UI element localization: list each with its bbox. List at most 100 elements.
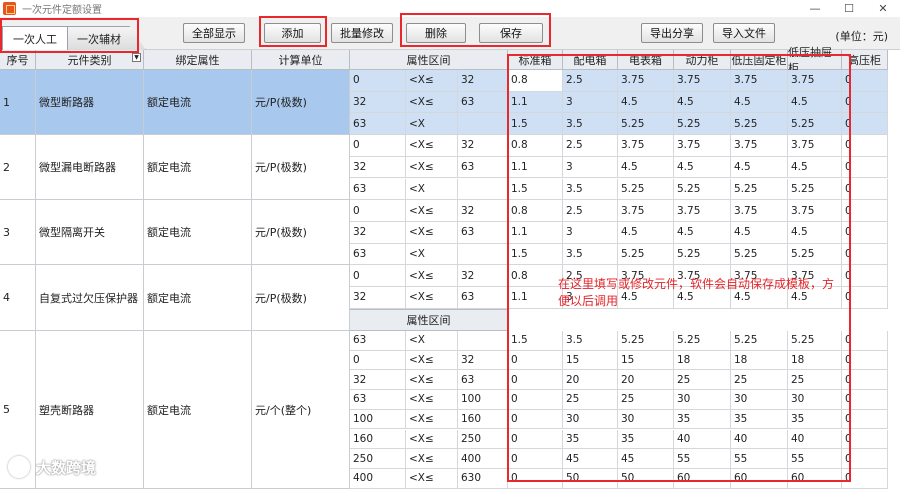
cell-lv-fixed-cabinet[interactable]: 4.5 xyxy=(731,91,788,113)
cell-standard-box[interactable]: 0 xyxy=(508,390,563,409)
cell-range-high[interactable] xyxy=(458,113,508,135)
cell-lv-drawer-cabinet[interactable]: 3.75 xyxy=(788,135,842,156)
cell-standard-box[interactable]: 1.1 xyxy=(508,287,563,308)
table-row[interactable]: 160 <X≤ 250 0 35 35 40 40 40 0 xyxy=(350,429,888,450)
cell-standard-box[interactable]: 1.1 xyxy=(508,156,563,178)
table-row[interactable]: 32 <X≤ 63 0 20 20 25 25 25 0 xyxy=(350,370,888,391)
cell-meter-box[interactable]: 3.75 xyxy=(618,200,674,221)
cell-lv-drawer-cabinet[interactable]: 55 xyxy=(788,449,842,468)
col-header-attr[interactable]: 绑定属性 xyxy=(144,50,252,70)
cell-range-high[interactable]: 32 xyxy=(458,350,508,370)
cell-meter-box[interactable]: 4.5 xyxy=(618,221,674,243)
cell-range-low[interactable]: 0 xyxy=(350,200,406,221)
cell-meter-box[interactable]: 25 xyxy=(618,390,674,409)
cell-distribution-box[interactable]: 3 xyxy=(563,221,618,243)
cell-standard-box[interactable]: 0 xyxy=(508,370,563,390)
col-header-standard-box[interactable]: 标准箱 xyxy=(508,50,563,70)
cell-power-cabinet[interactable]: 5.25 xyxy=(674,178,731,200)
col-header-unit[interactable]: 计算单位 xyxy=(252,50,350,70)
cell-standard-box[interactable]: 1.5 xyxy=(508,113,563,135)
cell-range-low[interactable]: 32 xyxy=(350,370,406,390)
cell-lv-fixed-cabinet[interactable]: 5.25 xyxy=(731,113,788,135)
cell-meter-box[interactable]: 5.25 xyxy=(618,331,674,350)
cell-lv-drawer-cabinet[interactable]: 4.5 xyxy=(788,91,842,113)
cell-range-high[interactable] xyxy=(458,331,508,350)
cell-meter-box[interactable]: 30 xyxy=(618,409,674,429)
cell-lv-fixed-cabinet[interactable]: 3.75 xyxy=(731,135,788,156)
cell-lv-fixed-cabinet[interactable]: 5.25 xyxy=(731,243,788,265)
batch-edit-button[interactable]: 批量修改 xyxy=(331,23,393,43)
cell-distribution-box[interactable]: 3.5 xyxy=(563,178,618,200)
cell-unit[interactable]: 元/个(整个) xyxy=(252,331,350,488)
cell-range-op[interactable]: <X xyxy=(406,243,458,265)
cell-range-high[interactable]: 63 xyxy=(458,370,508,390)
cell-range-op[interactable]: <X xyxy=(406,331,458,350)
cell-power-cabinet[interactable]: 5.25 xyxy=(674,331,731,350)
table-row[interactable]: 100 <X≤ 160 0 30 30 35 35 35 0 xyxy=(350,409,888,430)
table-row[interactable]: 63 <X 1.5 3.5 5.25 5.25 5.25 5.25 0 xyxy=(350,331,888,351)
cell-range-high[interactable]: 250 xyxy=(458,429,508,449)
cell-hv-cabinet[interactable]: 0 xyxy=(842,91,888,113)
cell-standard-box[interactable]: 0.8 xyxy=(508,265,563,286)
cell-standard-box[interactable]: 0.8 xyxy=(508,200,563,221)
cell-standard-box[interactable]: 0 xyxy=(508,468,563,488)
table-row[interactable]: 400 <X≤ 630 0 50 50 60 60 60 0 xyxy=(350,468,888,489)
cell-hv-cabinet[interactable]: 0 xyxy=(842,287,888,308)
cell-range-high[interactable]: 630 xyxy=(458,468,508,488)
cell-lv-drawer-cabinet[interactable]: 4.5 xyxy=(788,221,842,243)
cell-standard-box[interactable]: 1.1 xyxy=(508,91,563,113)
cell-lv-fixed-cabinet[interactable]: 25 xyxy=(731,370,788,390)
add-button[interactable]: 添加 xyxy=(264,23,321,43)
cell-power-cabinet[interactable]: 55 xyxy=(674,449,731,468)
cell-hv-cabinet[interactable]: 0 xyxy=(842,113,888,135)
cell-unit[interactable]: 元/P(极数) xyxy=(252,265,350,330)
col-header-power-cabinet[interactable]: 动力柜 xyxy=(674,50,731,70)
cell-lv-fixed-cabinet[interactable]: 18 xyxy=(731,350,788,370)
cell-meter-box[interactable]: 3.75 xyxy=(618,135,674,156)
cell-lv-drawer-cabinet[interactable]: 60 xyxy=(788,468,842,488)
cell-lv-drawer-cabinet[interactable]: 5.25 xyxy=(788,331,842,350)
cell-range-low[interactable]: 0 xyxy=(350,135,406,156)
cell-range-low[interactable]: 32 xyxy=(350,287,406,308)
cell-hv-cabinet[interactable]: 0 xyxy=(842,243,888,265)
cell-standard-box[interactable]: 0.8 xyxy=(508,70,563,91)
cell-unit[interactable]: 元/P(极数) xyxy=(252,135,350,199)
tab-manual-labor[interactable]: 一次人工 xyxy=(2,26,68,50)
table-row[interactable]: 63 <X 1.5 3.5 5.25 5.25 5.25 5.25 0 xyxy=(350,243,888,266)
close-icon[interactable]: ✕ xyxy=(866,0,900,17)
cell-standard-box[interactable]: 1.5 xyxy=(508,243,563,265)
table-row[interactable]: 63 <X 1.5 3.5 5.25 5.25 5.25 5.25 0 xyxy=(350,178,888,201)
cell-lv-drawer-cabinet[interactable]: 5.25 xyxy=(788,113,842,135)
cell-range-op[interactable]: <X≤ xyxy=(406,429,458,449)
cell-power-cabinet[interactable]: 5.25 xyxy=(674,243,731,265)
cell-hv-cabinet[interactable]: 0 xyxy=(842,409,888,429)
cell-range-low[interactable]: 63 xyxy=(350,178,406,200)
cell-power-cabinet[interactable]: 60 xyxy=(674,468,731,488)
table-row[interactable]: 1 微型断路器 额定电流 元/P(极数) xyxy=(0,70,350,135)
cell-meter-box[interactable]: 20 xyxy=(618,370,674,390)
cell-range-high[interactable] xyxy=(458,178,508,200)
cell-meter-box[interactable]: 35 xyxy=(618,429,674,449)
cell-range-op[interactable]: <X≤ xyxy=(406,70,458,91)
cell-range-high[interactable]: 32 xyxy=(458,135,508,156)
cell-range-op[interactable]: <X xyxy=(406,113,458,135)
cell-hv-cabinet[interactable]: 0 xyxy=(842,135,888,156)
col-header-meter-box[interactable]: 电表箱 xyxy=(618,50,674,70)
table-row[interactable]: 250 <X≤ 400 0 45 45 55 55 55 0 xyxy=(350,449,888,469)
cell-distribution-box[interactable]: 15 xyxy=(563,350,618,370)
cell-meter-box[interactable]: 5.25 xyxy=(618,178,674,200)
table-row[interactable]: 4 自复式过欠压保护器 额定电流 元/P(极数) xyxy=(0,265,350,331)
cell-lv-fixed-cabinet[interactable]: 4.5 xyxy=(731,156,788,178)
cell-standard-box[interactable]: 0 xyxy=(508,350,563,370)
cell-range-low[interactable]: 160 xyxy=(350,429,406,449)
cell-range-op[interactable]: <X≤ xyxy=(406,350,458,370)
table-row[interactable]: 32 <X≤ 63 1.1 3 4.5 4.5 4.5 4.5 0 xyxy=(350,221,888,244)
cell-meter-box[interactable]: 5.25 xyxy=(618,113,674,135)
cell-unit[interactable]: 元/P(极数) xyxy=(252,70,350,134)
cell-range-op[interactable]: <X≤ xyxy=(406,449,458,468)
cell-lv-drawer-cabinet[interactable]: 4.5 xyxy=(788,156,842,178)
cell-hv-cabinet[interactable]: 0 xyxy=(842,200,888,221)
cell-range-low[interactable]: 400 xyxy=(350,468,406,488)
col-header-lv-drawer-cabinet[interactable]: 低压抽屉柜 xyxy=(788,46,842,75)
cell-lv-drawer-cabinet[interactable]: 3.75 xyxy=(788,200,842,221)
